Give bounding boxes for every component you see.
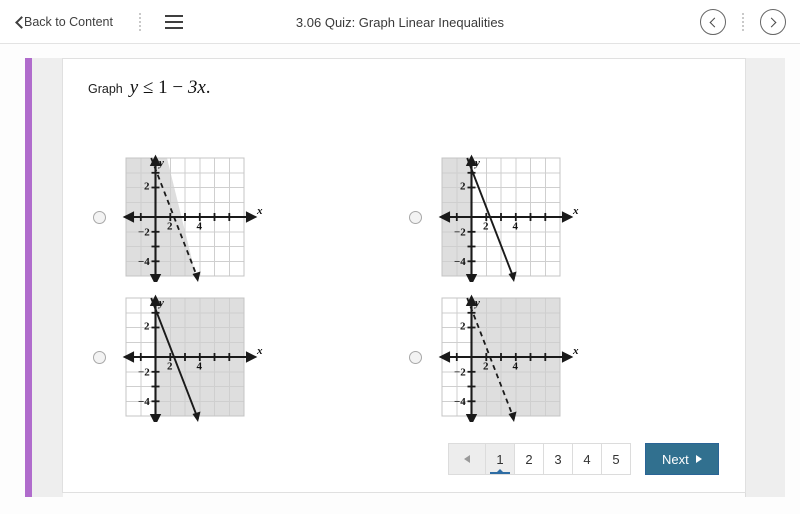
svg-text:2: 2 [483, 221, 489, 233]
back-to-content-button[interactable]: Back to Content [17, 15, 113, 29]
svg-text:4: 4 [197, 361, 203, 373]
radio-button-d[interactable] [409, 350, 422, 364]
triangle-left-icon [464, 455, 470, 463]
pagination-page-3-label: 3 [554, 451, 562, 467]
header-right-divider [742, 13, 744, 31]
radio-button-b[interactable] [409, 210, 422, 224]
expr-intercept: 1 [158, 77, 168, 98]
expr-slope-term: 3x [187, 77, 206, 98]
svg-text:y: y [473, 157, 480, 169]
svg-text:2: 2 [483, 361, 489, 373]
chevron-left-glyph [709, 17, 720, 27]
next-button-label: Next [662, 451, 689, 467]
svg-text:−4: −4 [138, 396, 150, 408]
radio-button-c[interactable] [93, 350, 106, 364]
svg-text:x: x [256, 345, 263, 357]
svg-text:4: 4 [513, 361, 519, 373]
answer-option-d[interactable]: 2 −2 −4 2 4 y x [409, 287, 725, 427]
pagination-prev-button[interactable] [448, 443, 486, 475]
svg-text:−4: −4 [454, 256, 466, 268]
header-nav-controls [700, 0, 786, 44]
app-header: Back to Content 3.06 Quiz: Graph Linear … [0, 0, 800, 44]
pagination-page-4-label: 4 [583, 451, 591, 467]
graph-svg-a: 2 −2 −4 2 4 y x [122, 154, 263, 282]
chevron-right-circle-icon[interactable] [760, 9, 786, 35]
svg-text:2: 2 [167, 221, 173, 233]
chevron-right-glyph [766, 17, 777, 27]
svg-text:−4: −4 [138, 256, 150, 268]
expr-variable-y: y [129, 77, 139, 98]
pagination: 1 2 3 4 5 Next [448, 443, 719, 475]
question-text: Graph y ≤ 1 − 3x. [88, 77, 211, 99]
triangle-right-icon [695, 455, 702, 463]
hamburger-menu-icon[interactable] [164, 14, 183, 29]
answer-options-grid: 2 −2 −4 2 4 y x 2 −2 −4 2 4 y x 2 −2 −4 … [93, 147, 713, 427]
question-expression: y ≤ 1 − 3x. [130, 77, 211, 99]
svg-text:y: y [157, 297, 164, 309]
svg-text:−4: −4 [454, 396, 466, 408]
graph-option-c: 2 −2 −4 2 4 y x [120, 292, 280, 422]
expr-minus: − [172, 77, 184, 98]
radio-button-a[interactable] [93, 210, 106, 224]
left-rail [25, 58, 63, 497]
right-rail [745, 58, 785, 497]
pagination-page-3[interactable]: 3 [543, 443, 573, 475]
svg-text:−2: −2 [138, 367, 150, 379]
expr-period: . [205, 77, 211, 98]
svg-text:2: 2 [144, 181, 150, 193]
graph-option-d: 2 −2 −4 2 4 y x [436, 292, 596, 422]
pagination-page-2[interactable]: 2 [514, 443, 544, 475]
svg-text:2: 2 [460, 321, 466, 333]
header-left-divider [138, 12, 141, 31]
graph-option-b: 2 −2 −4 2 4 y x [436, 152, 596, 282]
quiz-content-card: Graph y ≤ 1 − 3x. 2 −2 −4 2 4 y x 2 −2 −… [62, 58, 746, 493]
pagination-page-1[interactable]: 1 [485, 443, 515, 475]
svg-text:−2: −2 [454, 227, 466, 239]
svg-text:2: 2 [460, 181, 466, 193]
svg-text:y: y [157, 157, 164, 169]
svg-text:2: 2 [167, 361, 173, 373]
page-body: Graph y ≤ 1 − 3x. 2 −2 −4 2 4 y x 2 −2 −… [0, 44, 800, 514]
answer-option-c[interactable]: 2 −2 −4 2 4 y x [93, 287, 409, 427]
answer-option-a[interactable]: 2 −2 −4 2 4 y x [93, 147, 409, 287]
svg-text:2: 2 [144, 321, 150, 333]
back-to-content-label: Back to Content [24, 14, 113, 29]
pagination-page-5[interactable]: 5 [601, 443, 631, 475]
graph-svg-c: 2 −2 −4 2 4 y x [122, 294, 263, 422]
svg-text:y: y [473, 297, 480, 309]
active-page-caret-icon [497, 469, 503, 472]
question-prefix: Graph [88, 82, 123, 96]
next-button[interactable]: Next [645, 443, 719, 475]
pagination-page-4[interactable]: 4 [572, 443, 602, 475]
svg-text:−2: −2 [454, 367, 466, 379]
svg-text:x: x [256, 205, 263, 217]
svg-text:4: 4 [513, 221, 519, 233]
answer-option-b[interactable]: 2 −2 −4 2 4 y x [409, 147, 725, 287]
pagination-page-2-label: 2 [525, 451, 533, 467]
pagination-page-5-label: 5 [612, 451, 620, 467]
svg-text:4: 4 [197, 221, 203, 233]
course-accent-bar [25, 58, 32, 497]
graph-option-a: 2 −2 −4 2 4 y x [120, 152, 280, 282]
svg-text:x: x [572, 205, 579, 217]
pagination-page-1-label: 1 [496, 451, 504, 467]
graph-svg-d: 2 −2 −4 2 4 y x [438, 294, 579, 422]
chevron-left-circle-icon[interactable] [700, 9, 726, 35]
expr-relation: ≤ [142, 77, 154, 98]
graph-svg-b: 2 −2 −4 2 4 y x [438, 154, 579, 282]
page-title: 3.06 Quiz: Graph Linear Inequalities [295, 14, 505, 30]
svg-text:−2: −2 [138, 227, 150, 239]
svg-text:x: x [572, 345, 579, 357]
